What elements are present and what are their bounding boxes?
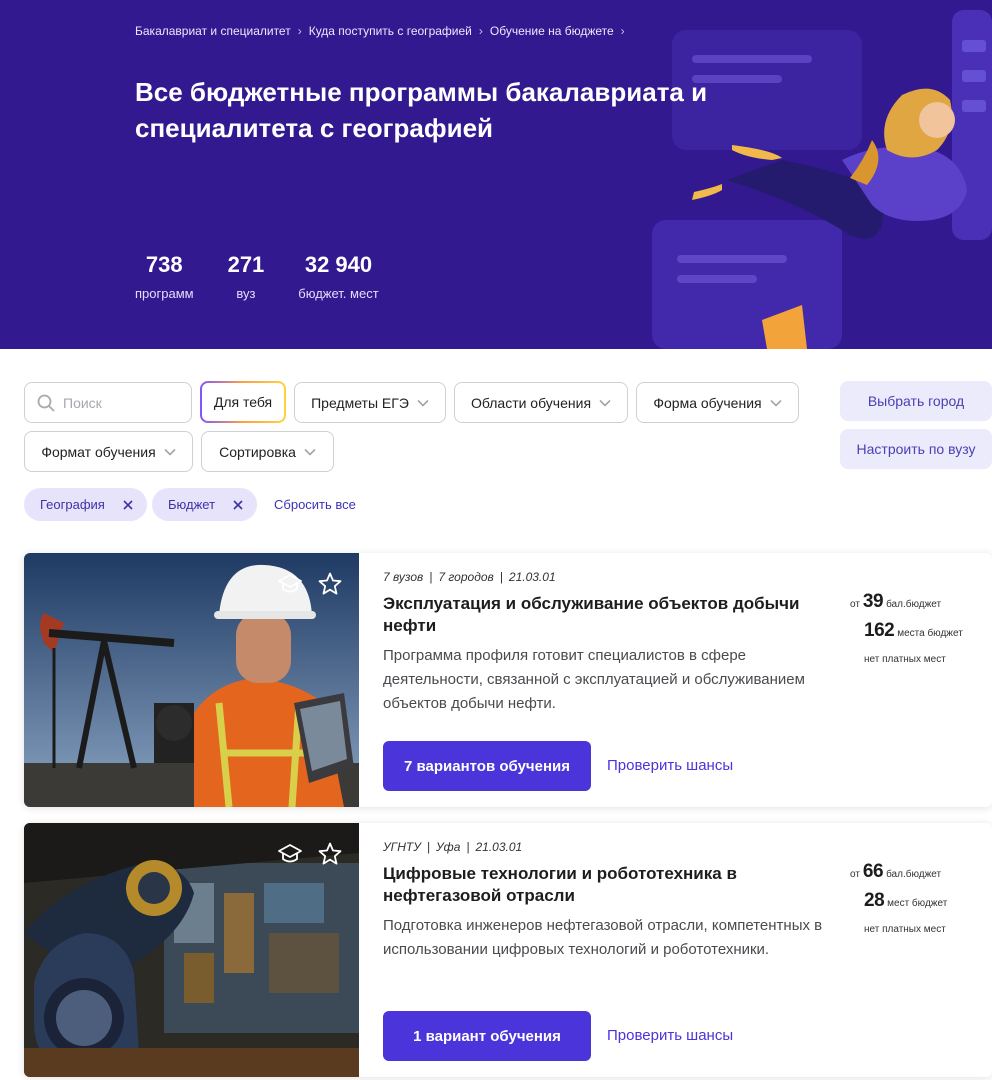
for-you-button[interactable]: Для тебя bbox=[200, 381, 286, 423]
chevron-down-icon bbox=[417, 399, 429, 407]
score-label: бал.бюджет bbox=[886, 599, 942, 610]
study-format-dropdown[interactable]: Формат обучения bbox=[24, 431, 193, 472]
sort-dropdown[interactable]: Сортировка bbox=[201, 431, 334, 472]
paid-places: нет платных мест bbox=[864, 924, 946, 935]
passing-score: от 66 бал.бюджет bbox=[850, 861, 941, 883]
study-options-button[interactable]: 1 вариант обучения bbox=[383, 1011, 591, 1061]
stat-label: бюджет. мест bbox=[298, 286, 379, 301]
meta-separator: | bbox=[499, 570, 503, 584]
dropdown-label: Области обучения bbox=[470, 394, 592, 411]
star-icon[interactable] bbox=[317, 841, 343, 867]
chevron-down-icon bbox=[599, 399, 611, 407]
chevron-down-icon bbox=[770, 399, 782, 407]
chevron-down-icon bbox=[304, 448, 316, 456]
places-label: места бюджет bbox=[897, 628, 963, 639]
chevron-down-icon bbox=[164, 448, 176, 456]
meta-separator: | bbox=[426, 840, 430, 854]
study-form-dropdown[interactable]: Форма обучения bbox=[636, 382, 799, 423]
dropdown-label: Предметы ЕГЭ bbox=[311, 394, 409, 411]
score-label: бал.бюджет bbox=[886, 869, 942, 880]
meta-separator: | bbox=[466, 840, 470, 854]
study-options-button[interactable]: 7 вариантов обучения bbox=[383, 741, 591, 791]
program-description: Подготовка инженеров нефтегазовой отрасл… bbox=[383, 917, 823, 958]
stat-label: вуз bbox=[236, 286, 256, 301]
score-prefix: от bbox=[850, 599, 860, 610]
active-filter-tag[interactable]: Бюджет bbox=[152, 488, 258, 521]
program-title[interactable]: Цифровые технологии и робототехника в не… bbox=[383, 863, 823, 907]
search-field[interactable] bbox=[24, 382, 192, 423]
program-description: Программа профиля готовит специалистов в… bbox=[383, 647, 805, 712]
hero-illustration bbox=[652, 10, 992, 349]
tag-label: География bbox=[40, 497, 105, 512]
meta-cities: 7 городов bbox=[438, 570, 494, 584]
study-areas-dropdown[interactable]: Области обучения bbox=[454, 382, 628, 423]
meta-city: Уфа bbox=[436, 840, 461, 854]
meta-university: УГНТУ bbox=[383, 840, 421, 854]
budget-places: 162 места бюджет bbox=[864, 620, 963, 642]
search-icon bbox=[37, 394, 55, 411]
places-value: 162 bbox=[864, 620, 895, 641]
paid-label: нет платных мест bbox=[864, 654, 946, 665]
score-value: 66 bbox=[862, 861, 884, 882]
stats-row: 738 программ 271 вуз 32 940 бюджет. мест bbox=[135, 252, 413, 301]
breadcrumb: Бакалавриат и специалитет › Куда поступи… bbox=[135, 24, 632, 38]
meta-separator: | bbox=[429, 570, 433, 584]
search-input[interactable] bbox=[63, 394, 173, 411]
score-prefix: от bbox=[850, 869, 860, 880]
breadcrumb-item-bachelor[interactable]: Бакалавриат и специалитет bbox=[135, 24, 291, 38]
program-title[interactable]: Эксплуатация и обслуживание объектов доб… bbox=[383, 593, 823, 637]
graduation-cap-icon[interactable] bbox=[277, 571, 303, 597]
configure-by-university-button[interactable]: Настроить по вузу bbox=[840, 429, 992, 469]
card-image-actions bbox=[277, 571, 343, 597]
chevron-right-icon: › bbox=[620, 24, 625, 38]
reset-all-link[interactable]: Сбросить все bbox=[274, 497, 356, 512]
program-image bbox=[24, 553, 359, 807]
passing-score: от 39 бал.бюджет bbox=[850, 591, 941, 613]
choose-city-button[interactable]: Выбрать город bbox=[840, 381, 992, 421]
program-card[interactable]: 7 вузов | 7 городов | 21.03.01 Эксплуатация … bbox=[24, 553, 992, 807]
check-chances-link[interactable]: Проверить шансы bbox=[607, 1027, 733, 1044]
stat-budget-places: 32 940 бюджет. мест bbox=[298, 252, 378, 301]
stat-value: 32 940 bbox=[304, 252, 373, 277]
dropdown-label: Формат обучения bbox=[41, 443, 156, 460]
program-image bbox=[24, 823, 359, 1077]
graduation-cap-icon[interactable] bbox=[277, 841, 303, 867]
star-icon[interactable] bbox=[317, 571, 343, 597]
budget-places: 28 мест бюджет bbox=[864, 890, 947, 912]
tag-label: Бюджет bbox=[168, 497, 216, 512]
stat-value: 271 bbox=[227, 252, 265, 277]
breadcrumb-item-geography[interactable]: Куда поступить с географией bbox=[309, 24, 472, 38]
stat-value: 738 bbox=[145, 252, 183, 277]
meta-code: 21.03.01 bbox=[508, 570, 556, 584]
paid-places: нет платных мест bbox=[864, 654, 946, 665]
for-you-label: Для тебя bbox=[213, 394, 273, 410]
program-meta: УГНТУ | Уфа | 21.03.01 bbox=[383, 840, 522, 854]
close-icon[interactable] bbox=[233, 499, 243, 510]
program-meta: 7 вузов | 7 городов | 21.03.01 bbox=[383, 570, 556, 584]
stat-label: программ bbox=[135, 286, 194, 301]
program-card[interactable]: УГНТУ | Уфа | 21.03.01 Цифровые технологии и… bbox=[24, 823, 992, 1077]
check-chances-link[interactable]: Проверить шансы bbox=[607, 757, 733, 774]
score-value: 39 bbox=[862, 591, 884, 612]
active-filter-tag[interactable]: География bbox=[24, 488, 147, 521]
page-title: Все бюджетные программы бакалавриата и с… bbox=[135, 77, 708, 143]
ege-subjects-dropdown[interactable]: Предметы ЕГЭ bbox=[294, 382, 446, 423]
meta-code: 21.03.01 bbox=[475, 840, 523, 854]
stat-programs: 738 программ bbox=[135, 252, 194, 301]
stat-universities: 271 вуз bbox=[228, 252, 265, 301]
paid-label: нет платных мест bbox=[864, 924, 946, 935]
breadcrumb-item-budget[interactable]: Обучение на бюджете bbox=[490, 24, 614, 38]
hero-banner: Бакалавриат и специалитет › Куда поступи… bbox=[0, 0, 992, 349]
card-image-actions bbox=[277, 841, 343, 867]
dropdown-label: Форма обучения bbox=[653, 394, 762, 411]
dropdown-label: Сортировка bbox=[219, 443, 296, 460]
close-icon[interactable] bbox=[123, 499, 133, 510]
chevron-right-icon: › bbox=[297, 24, 302, 38]
meta-universities: 7 вузов bbox=[383, 570, 424, 584]
places-label: мест бюджет bbox=[887, 898, 948, 909]
chevron-right-icon: › bbox=[478, 24, 483, 38]
places-value: 28 bbox=[864, 890, 885, 911]
